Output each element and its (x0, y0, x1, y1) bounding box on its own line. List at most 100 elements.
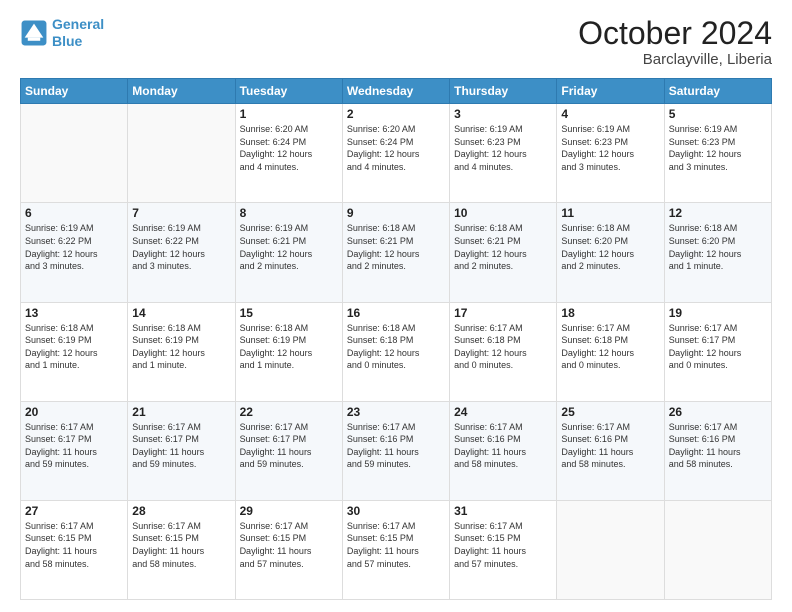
day-number: 23 (347, 405, 445, 419)
day-info: Sunrise: 6:19 AM Sunset: 6:21 PM Dayligh… (240, 222, 338, 272)
logo-text: General Blue (52, 16, 104, 50)
calendar-header-row: SundayMondayTuesdayWednesdayThursdayFrid… (21, 79, 772, 104)
day-info: Sunrise: 6:18 AM Sunset: 6:19 PM Dayligh… (25, 322, 123, 372)
calendar-cell: 9 Sunrise: 6:18 AM Sunset: 6:21 PM Daylig… (342, 203, 449, 302)
day-info: Sunrise: 6:20 AM Sunset: 6:24 PM Dayligh… (240, 123, 338, 173)
calendar-cell: 30 Sunrise: 6:17 AM Sunset: 6:15 PM Dayli… (342, 500, 449, 599)
day-number: 9 (347, 206, 445, 220)
day-number: 11 (561, 206, 659, 220)
day-number: 24 (454, 405, 552, 419)
day-info: Sunrise: 6:19 AM Sunset: 6:22 PM Dayligh… (25, 222, 123, 272)
day-info: Sunrise: 6:20 AM Sunset: 6:24 PM Dayligh… (347, 123, 445, 173)
logo-general: General (52, 16, 104, 32)
calendar-cell: 26 Sunrise: 6:17 AM Sunset: 6:16 PM Dayli… (664, 401, 771, 500)
day-number: 27 (25, 504, 123, 518)
day-header-friday: Friday (557, 79, 664, 104)
day-info: Sunrise: 6:17 AM Sunset: 6:17 PM Dayligh… (25, 421, 123, 471)
day-number: 6 (25, 206, 123, 220)
day-number: 3 (454, 107, 552, 121)
day-number: 14 (132, 306, 230, 320)
calendar-cell: 13 Sunrise: 6:18 AM Sunset: 6:19 PM Dayli… (21, 302, 128, 401)
calendar-cell: 24Sunrise: 6:17 AM Sunset: 6:16 PM Dayli… (450, 401, 557, 500)
day-info: Sunrise: 6:17 AM Sunset: 6:18 PM Dayligh… (454, 322, 552, 372)
day-number: 17 (454, 306, 552, 320)
day-info: Sunrise: 6:17 AM Sunset: 6:16 PM Dayligh… (669, 421, 767, 471)
week-row-5: 27 Sunrise: 6:17 AM Sunset: 6:15 PM Dayli… (21, 500, 772, 599)
title-block: October 2024 Barclayville, Liberia (578, 16, 772, 68)
day-number: 25 (561, 405, 659, 419)
day-info: Sunrise: 6:17 AM Sunset: 6:15 PM Dayligh… (132, 520, 230, 570)
day-number: 19 (669, 306, 767, 320)
calendar-cell: 3 Sunrise: 6:19 AM Sunset: 6:23 PM Daylig… (450, 104, 557, 203)
week-row-1: 1Sunrise: 6:20 AM Sunset: 6:24 PM Daylig… (21, 104, 772, 203)
week-row-2: 6 Sunrise: 6:19 AM Sunset: 6:22 PM Daylig… (21, 203, 772, 302)
day-info: Sunrise: 6:18 AM Sunset: 6:20 PM Dayligh… (561, 222, 659, 272)
day-info: Sunrise: 6:18 AM Sunset: 6:21 PM Dayligh… (347, 222, 445, 272)
calendar-cell: 31Sunrise: 6:17 AM Sunset: 6:15 PM Dayli… (450, 500, 557, 599)
day-info: Sunrise: 6:17 AM Sunset: 6:17 PM Dayligh… (132, 421, 230, 471)
logo-blue: Blue (52, 33, 82, 49)
day-number: 13 (25, 306, 123, 320)
day-header-tuesday: Tuesday (235, 79, 342, 104)
day-info: Sunrise: 6:18 AM Sunset: 6:19 PM Dayligh… (132, 322, 230, 372)
calendar-cell: 4Sunrise: 6:19 AM Sunset: 6:23 PM Daylig… (557, 104, 664, 203)
day-info: Sunrise: 6:17 AM Sunset: 6:15 PM Dayligh… (454, 520, 552, 570)
day-number: 10 (454, 206, 552, 220)
day-number: 7 (132, 206, 230, 220)
day-number: 16 (347, 306, 445, 320)
week-row-3: 13 Sunrise: 6:18 AM Sunset: 6:19 PM Dayli… (21, 302, 772, 401)
calendar-cell: 11 Sunrise: 6:18 AM Sunset: 6:20 PM Dayli… (557, 203, 664, 302)
calendar-cell: 17 Sunrise: 6:17 AM Sunset: 6:18 PM Dayli… (450, 302, 557, 401)
day-number: 8 (240, 206, 338, 220)
month-title: October 2024 (578, 16, 772, 51)
day-info: Sunrise: 6:17 AM Sunset: 6:15 PM Dayligh… (347, 520, 445, 570)
day-info: Sunrise: 6:19 AM Sunset: 6:23 PM Dayligh… (669, 123, 767, 173)
day-header-sunday: Sunday (21, 79, 128, 104)
day-info: Sunrise: 6:18 AM Sunset: 6:19 PM Dayligh… (240, 322, 338, 372)
day-info: Sunrise: 6:18 AM Sunset: 6:18 PM Dayligh… (347, 322, 445, 372)
day-header-thursday: Thursday (450, 79, 557, 104)
day-number: 5 (669, 107, 767, 121)
day-info: Sunrise: 6:17 AM Sunset: 6:15 PM Dayligh… (25, 520, 123, 570)
day-number: 20 (25, 405, 123, 419)
calendar-cell: 2 Sunrise: 6:20 AM Sunset: 6:24 PM Daylig… (342, 104, 449, 203)
logo-icon (20, 19, 48, 47)
calendar-cell: 12Sunrise: 6:18 AM Sunset: 6:20 PM Dayli… (664, 203, 771, 302)
day-header-monday: Monday (128, 79, 235, 104)
calendar-cell (128, 104, 235, 203)
calendar-cell: 15 Sunrise: 6:18 AM Sunset: 6:19 PM Dayli… (235, 302, 342, 401)
day-info: Sunrise: 6:18 AM Sunset: 6:20 PM Dayligh… (669, 222, 767, 272)
day-number: 29 (240, 504, 338, 518)
calendar-cell (21, 104, 128, 203)
day-info: Sunrise: 6:19 AM Sunset: 6:22 PM Dayligh… (132, 222, 230, 272)
day-number: 18 (561, 306, 659, 320)
day-number: 15 (240, 306, 338, 320)
day-number: 26 (669, 405, 767, 419)
day-number: 21 (132, 405, 230, 419)
day-number: 30 (347, 504, 445, 518)
logo: General Blue (20, 16, 104, 50)
day-info: Sunrise: 6:19 AM Sunset: 6:23 PM Dayligh… (454, 123, 552, 173)
calendar-cell: 5 Sunrise: 6:19 AM Sunset: 6:23 PM Daylig… (664, 104, 771, 203)
calendar-cell: 25 Sunrise: 6:17 AM Sunset: 6:16 PM Dayli… (557, 401, 664, 500)
week-row-4: 20 Sunrise: 6:17 AM Sunset: 6:17 PM Dayli… (21, 401, 772, 500)
day-header-wednesday: Wednesday (342, 79, 449, 104)
day-number: 28 (132, 504, 230, 518)
calendar-cell (557, 500, 664, 599)
header: General Blue October 2024 Barclayville, … (20, 16, 772, 68)
day-number: 2 (347, 107, 445, 121)
calendar-cell: 10 Sunrise: 6:18 AM Sunset: 6:21 PM Dayli… (450, 203, 557, 302)
day-info: Sunrise: 6:17 AM Sunset: 6:16 PM Dayligh… (347, 421, 445, 471)
day-number: 4 (561, 107, 659, 121)
page: General Blue October 2024 Barclayville, … (0, 0, 792, 612)
day-info: Sunrise: 6:18 AM Sunset: 6:21 PM Dayligh… (454, 222, 552, 272)
day-info: Sunrise: 6:17 AM Sunset: 6:18 PM Dayligh… (561, 322, 659, 372)
day-info: Sunrise: 6:17 AM Sunset: 6:15 PM Dayligh… (240, 520, 338, 570)
calendar-cell: 1Sunrise: 6:20 AM Sunset: 6:24 PM Daylig… (235, 104, 342, 203)
day-header-saturday: Saturday (664, 79, 771, 104)
calendar-cell: 21 Sunrise: 6:17 AM Sunset: 6:17 PM Dayli… (128, 401, 235, 500)
day-info: Sunrise: 6:17 AM Sunset: 6:16 PM Dayligh… (561, 421, 659, 471)
day-info: Sunrise: 6:17 AM Sunset: 6:17 PM Dayligh… (240, 421, 338, 471)
calendar-cell: 8 Sunrise: 6:19 AM Sunset: 6:21 PM Daylig… (235, 203, 342, 302)
calendar-cell: 23 Sunrise: 6:17 AM Sunset: 6:16 PM Dayli… (342, 401, 449, 500)
